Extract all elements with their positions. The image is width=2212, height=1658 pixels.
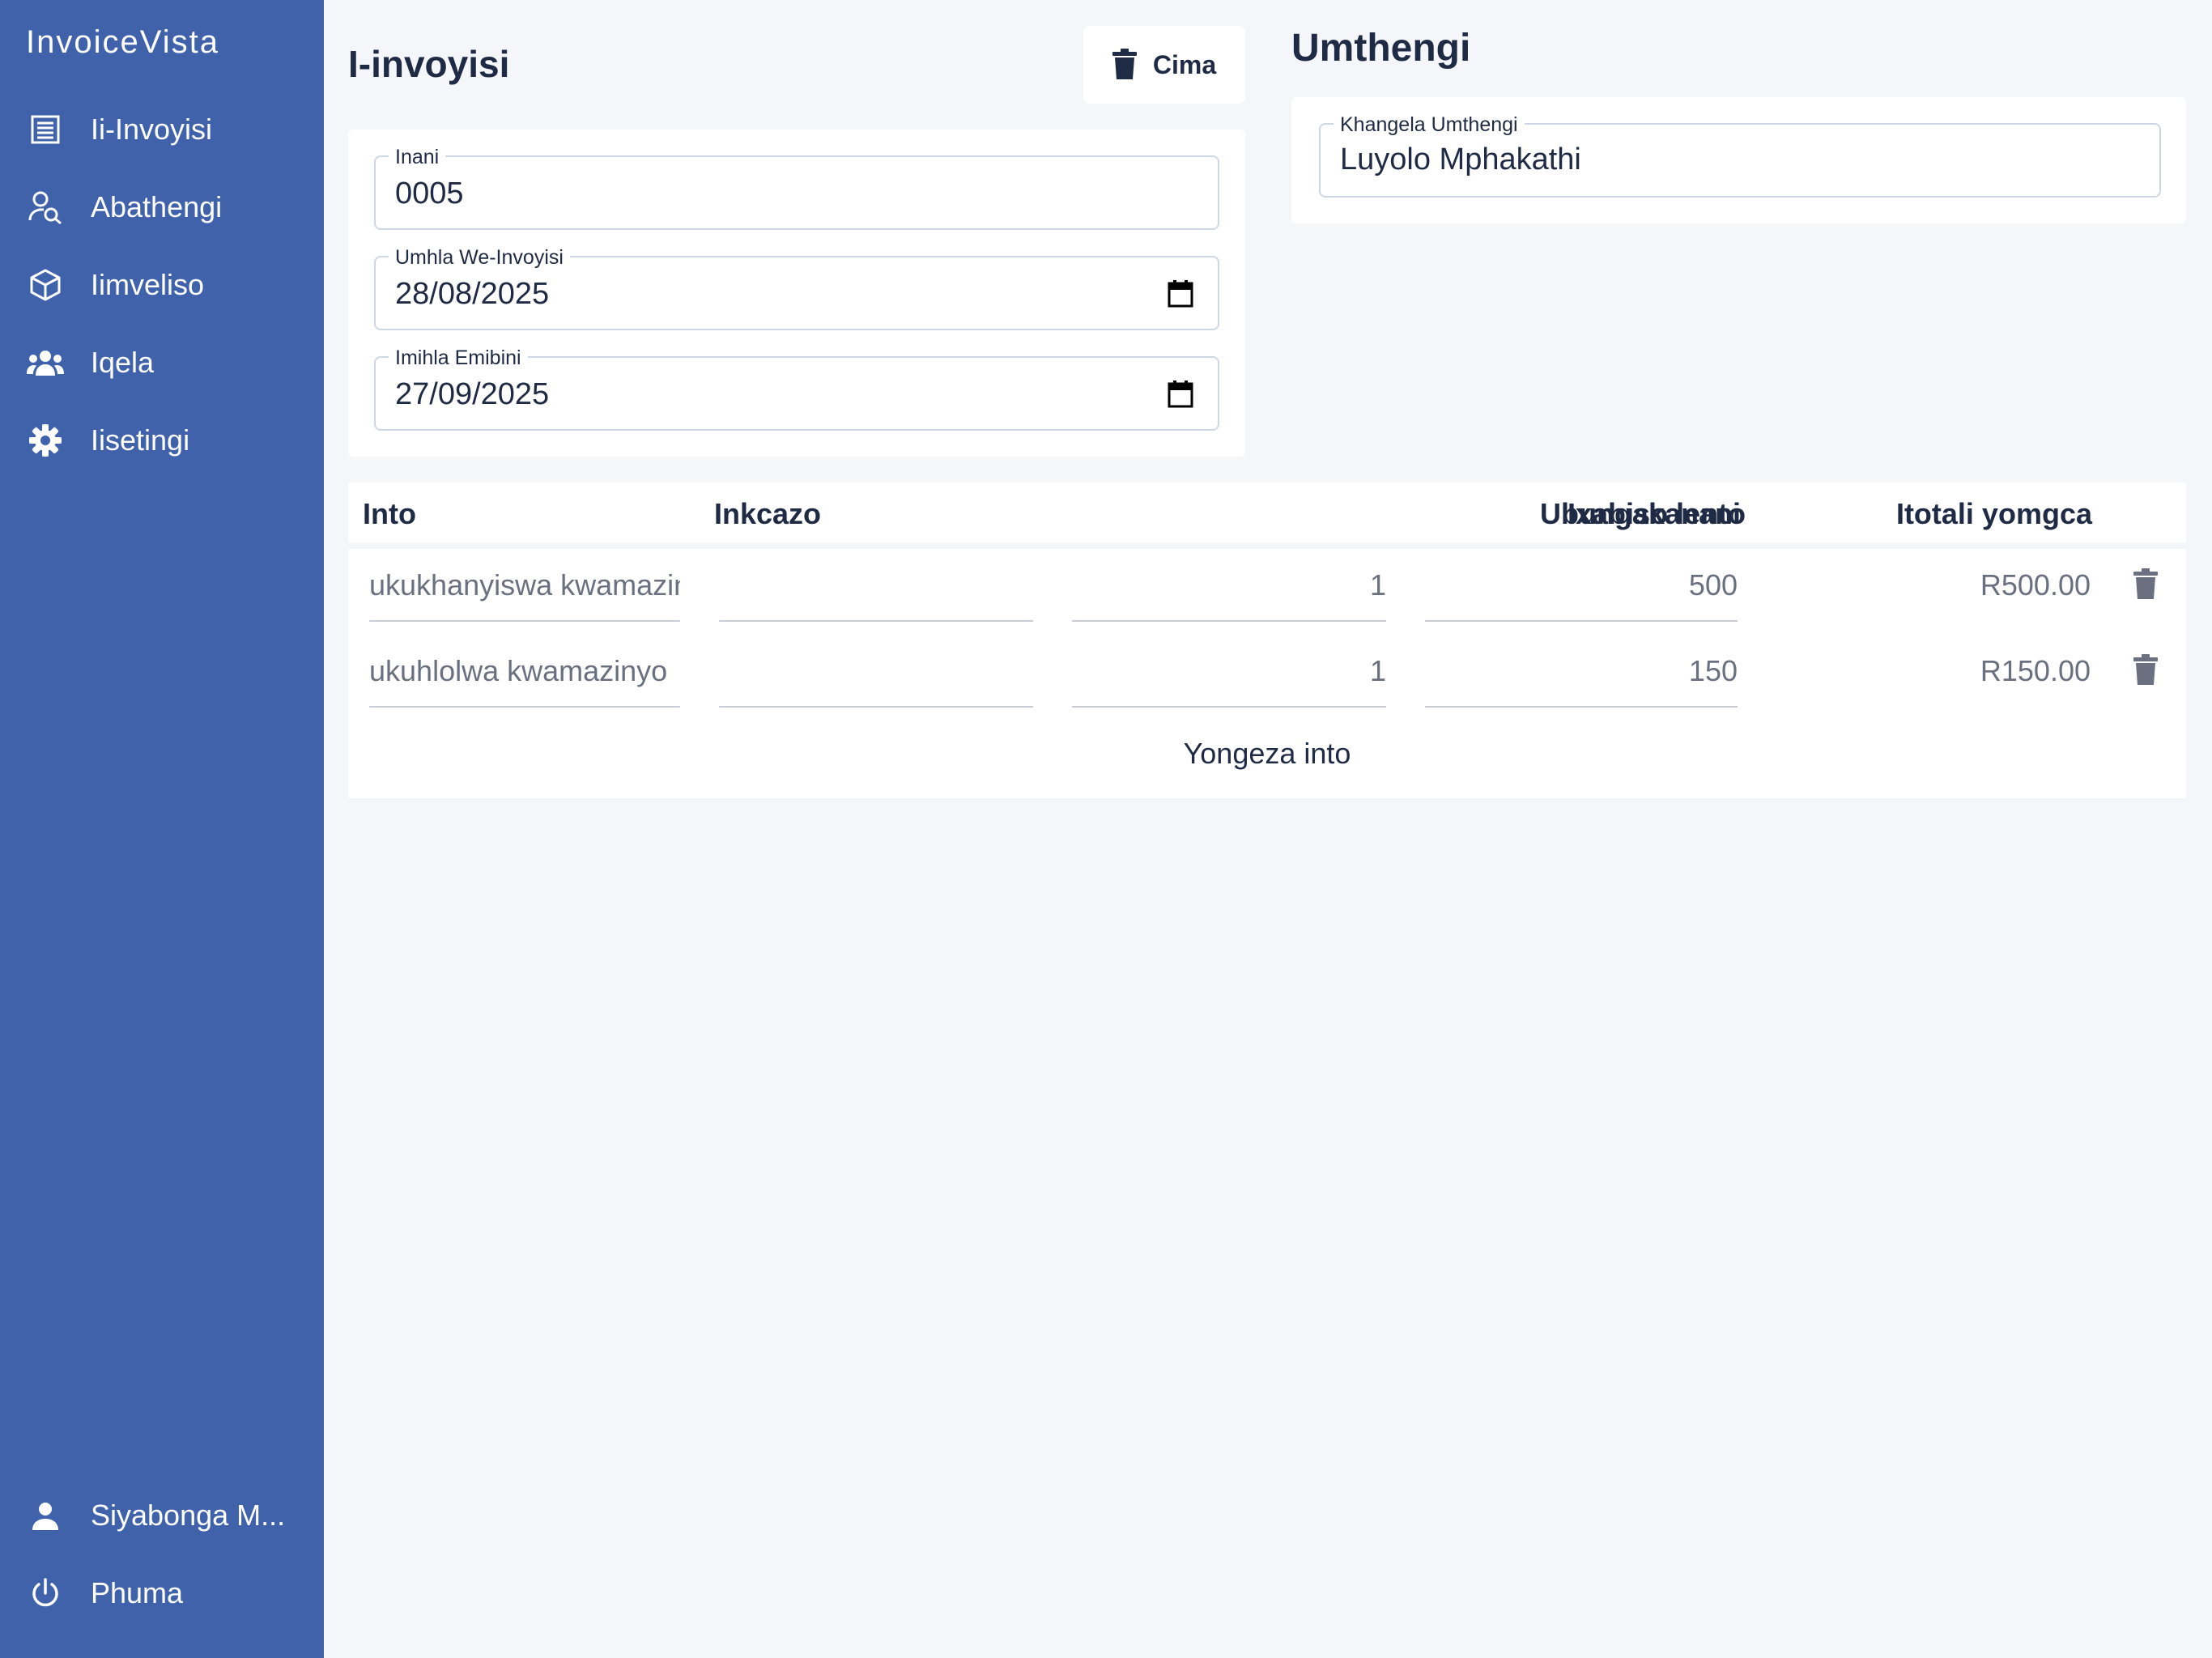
delete-row-trash-icon[interactable] — [2133, 654, 2158, 685]
item-name-input[interactable]: ukukhanyiswa kwamazinyo — [369, 549, 680, 622]
team-icon — [26, 343, 65, 382]
app-brand: InvoiceVista — [26, 24, 219, 60]
item-line-total: R500.00 — [1980, 568, 2091, 602]
invoice-date-field[interactable]: Umhla We-Invoyisi 28/08/2025 — [374, 246, 1219, 330]
items-table-body: ukukhanyiswa kwamazinyo 1 500 R500.00 uk… — [348, 549, 2186, 798]
receipt-icon — [26, 110, 65, 149]
customer-search-input[interactable]: Khangela Umthengi Luyolo Mphakathi — [1319, 113, 2161, 198]
power-icon — [26, 1574, 65, 1613]
sidebar: InvoiceVista Ii-Invoyisi Abathengi Iimve… — [0, 0, 324, 1658]
sidebar-item-label: Iqela — [91, 346, 155, 379]
delete-row-trash-icon[interactable] — [2133, 568, 2158, 599]
sidebar-item-customers[interactable]: Abathengi — [0, 175, 324, 240]
header-item: Into — [363, 497, 416, 530]
box-icon — [26, 266, 65, 304]
header-unit-price: Ixabiso lento — [1568, 497, 1746, 530]
header-line-total: Itotali yomgca — [1895, 497, 2092, 530]
invoice-number-label: Inani — [389, 146, 446, 169]
items-table-header: Into Inkcazo Ubungakanani Itotali yomgca — [348, 483, 2186, 542]
sidebar-logout[interactable]: Phuma — [0, 1561, 324, 1626]
invoice-date-label: Umhla We-Invoyisi — [389, 246, 570, 270]
invoice-number-field[interactable]: Inani 0005 — [374, 146, 1219, 230]
person-icon — [26, 1496, 65, 1535]
item-quantity-input[interactable]: 1 — [1072, 549, 1386, 622]
customer-search-label: Khangela Umthengi — [1334, 113, 1525, 137]
item-unit-price-input[interactable]: 500 — [1425, 549, 1738, 622]
invoice-date-value: 28/08/2025 — [395, 277, 550, 311]
add-item-button[interactable]: Yongeza into — [348, 737, 2186, 771]
item-description-input[interactable] — [719, 549, 1033, 622]
sidebar-logout-label: Phuma — [91, 1576, 184, 1609]
due-date-value: 27/09/2025 — [395, 377, 550, 411]
customer-search-value: Luyolo Mphakathi — [1340, 142, 1581, 176]
sidebar-item-invoices[interactable]: Ii-Invoyisi — [0, 97, 324, 162]
sidebar-user[interactable]: Siyabonga M... — [0, 1483, 324, 1548]
calendar-icon[interactable] — [1168, 380, 1195, 410]
item-line-total: R150.00 — [1980, 654, 2091, 687]
customer-section-title: Umthengi — [1291, 27, 1471, 70]
delete-invoice-button[interactable]: Cima — [1083, 26, 1245, 104]
sidebar-item-label: Abathengi — [91, 190, 223, 223]
header-description: Inkcazo — [714, 497, 822, 530]
item-quantity-input[interactable]: 1 — [1072, 635, 1386, 708]
trash-icon — [1112, 49, 1140, 81]
invoice-number-value: 0005 — [395, 176, 464, 210]
sidebar-user-label: Siyabonga M... — [91, 1499, 286, 1532]
item-description-input[interactable] — [719, 635, 1033, 708]
customer-card: Khangela Umthengi Luyolo Mphakathi — [1291, 97, 2186, 223]
sidebar-item-products[interactable]: Iimveliso — [0, 253, 324, 317]
calendar-icon[interactable] — [1168, 280, 1195, 309]
sidebar-item-label: Ii-Invoyisi — [91, 113, 213, 146]
gear-icon — [26, 421, 65, 460]
due-date-label: Imihla Emibini — [389, 346, 528, 370]
item-unit-price-input[interactable]: 150 — [1425, 635, 1738, 708]
invoice-details-card: Inani 0005 Umhla We-Invoyisi 28/08/2025 … — [348, 130, 1245, 457]
page-title: I-invoyisi — [348, 43, 510, 85]
user-search-icon — [26, 188, 65, 227]
sidebar-item-team[interactable]: Iqela — [0, 330, 324, 395]
sidebar-item-label: Iimveliso — [91, 268, 205, 301]
delete-invoice-label: Cima — [1152, 49, 1217, 79]
due-date-field[interactable]: Imihla Emibini 27/09/2025 — [374, 346, 1219, 431]
sidebar-item-label: Iisetingi — [91, 423, 190, 457]
item-name-input[interactable]: ukuhlolwa kwamazinyo — [369, 635, 680, 708]
sidebar-item-settings[interactable]: Iisetingi — [0, 408, 324, 473]
